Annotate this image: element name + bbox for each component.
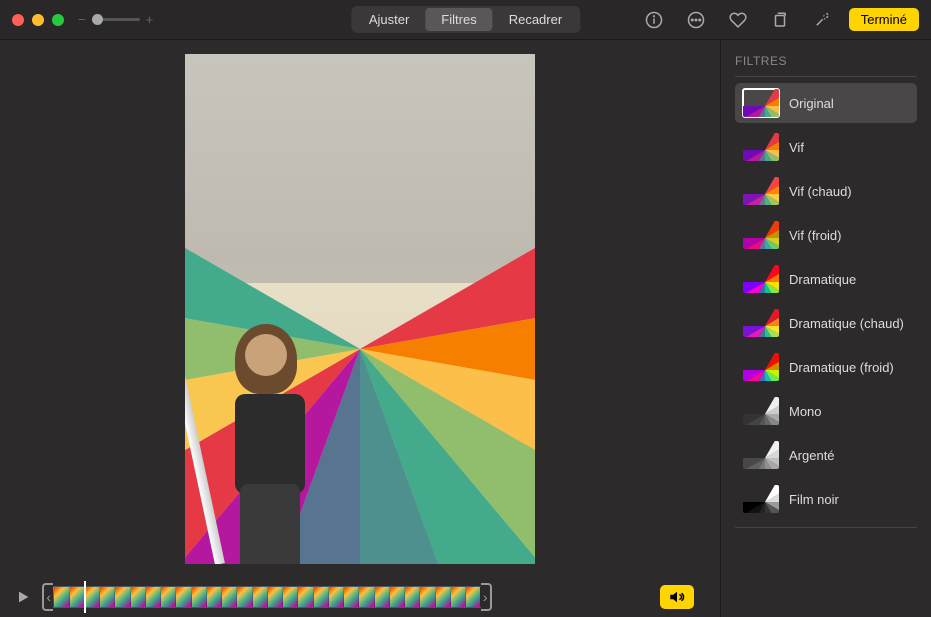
sidebar-header: FILTRES	[735, 54, 917, 68]
filter-thumb-icon	[743, 353, 779, 381]
filter-row-4[interactable]: Dramatique	[735, 259, 917, 299]
favorite-button[interactable]	[723, 9, 753, 31]
filter-row-5[interactable]: Dramatique (chaud)	[735, 303, 917, 343]
filter-label: Original	[789, 96, 834, 111]
zoom-thumb[interactable]	[92, 14, 103, 25]
filters-sidebar: FILTRES Original Vif Vif (chaud) Vif (froid…	[721, 40, 931, 617]
filter-label: Dramatique	[789, 272, 856, 287]
video-timeline: ‹ ›	[0, 577, 720, 617]
tab-filters[interactable]: Filtres	[425, 8, 492, 31]
titlebar: − + Ajuster Filtres Recadrer Terminé	[0, 0, 931, 40]
zoom-slider[interactable]: − +	[78, 12, 153, 27]
filter-label: Mono	[789, 404, 822, 419]
filter-row-2[interactable]: Vif (chaud)	[735, 171, 917, 211]
zoom-track[interactable]	[92, 18, 140, 21]
filter-thumb-icon	[743, 485, 779, 513]
filter-label: Vif (froid)	[789, 228, 842, 243]
close-window-button[interactable]	[12, 14, 24, 26]
film-strip[interactable]	[53, 586, 480, 608]
play-button[interactable]	[12, 586, 34, 608]
filter-label: Vif	[789, 140, 804, 155]
photo-canvas[interactable]	[185, 54, 535, 564]
tab-adjust[interactable]: Ajuster	[353, 8, 425, 31]
content-area: ‹ › FILTRES Original Vif Vif (chaud) Vif (f…	[0, 40, 931, 617]
filter-thumb-icon	[743, 309, 779, 337]
filter-label: Film noir	[789, 492, 839, 507]
filter-thumb-icon	[743, 397, 779, 425]
filter-thumb-icon	[743, 441, 779, 469]
playhead[interactable]	[84, 581, 86, 613]
filter-label: Dramatique (froid)	[789, 360, 894, 375]
trim-end-handle[interactable]: ›	[481, 583, 492, 611]
filter-thumb-icon	[743, 177, 779, 205]
filter-label: Argenté	[789, 448, 835, 463]
filter-thumb-icon	[743, 133, 779, 161]
zoom-in-icon: +	[146, 12, 154, 27]
more-button[interactable]	[681, 9, 711, 31]
filter-row-9[interactable]: Film noir	[735, 479, 917, 519]
window-controls	[12, 14, 64, 26]
rotate-button[interactable]	[765, 9, 795, 31]
toolbar-right: Terminé	[639, 8, 919, 31]
photo-preview	[0, 40, 720, 577]
film-scrubber[interactable]: ‹ ›	[42, 583, 492, 611]
tab-crop[interactable]: Recadrer	[493, 8, 578, 31]
audio-button[interactable]	[660, 585, 694, 609]
trim-start-handle[interactable]: ‹	[42, 583, 53, 611]
info-button[interactable]	[639, 9, 669, 31]
filter-row-0[interactable]: Original	[735, 83, 917, 123]
edit-mode-segmented-control: Ajuster Filtres Recadrer	[351, 6, 580, 33]
done-button[interactable]: Terminé	[849, 8, 919, 31]
main-area: ‹ ›	[0, 40, 721, 617]
filter-row-7[interactable]: Mono	[735, 391, 917, 431]
filter-thumb-icon	[743, 89, 779, 117]
filter-row-3[interactable]: Vif (froid)	[735, 215, 917, 255]
auto-enhance-button[interactable]	[807, 9, 837, 31]
divider	[735, 76, 917, 77]
zoom-out-icon: −	[78, 12, 86, 27]
minimize-window-button[interactable]	[32, 14, 44, 26]
filter-label: Vif (chaud)	[789, 184, 852, 199]
divider	[735, 527, 917, 528]
filter-label: Dramatique (chaud)	[789, 316, 904, 331]
filter-thumb-icon	[743, 265, 779, 293]
filter-row-8[interactable]: Argenté	[735, 435, 917, 475]
fullscreen-window-button[interactable]	[52, 14, 64, 26]
filter-row-6[interactable]: Dramatique (froid)	[735, 347, 917, 387]
filter-row-1[interactable]: Vif	[735, 127, 917, 167]
filter-thumb-icon	[743, 221, 779, 249]
filter-list: Original Vif Vif (chaud) Vif (froid) Dramati…	[735, 83, 917, 519]
